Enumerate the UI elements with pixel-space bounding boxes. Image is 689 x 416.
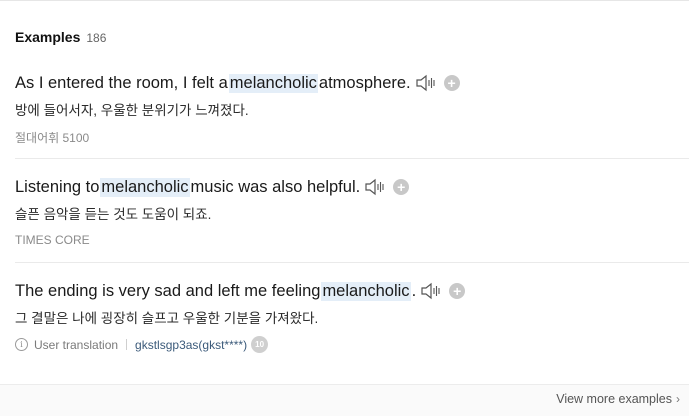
example-translation: 방에 들어서자, 우울한 분위기가 느껴졌다. (15, 103, 249, 118)
examples-title: Examples (15, 29, 81, 45)
divider (15, 158, 689, 159)
sentence-text-before: Listening to (15, 177, 100, 196)
example-sentence: The ending is very sad and left me feeli… (15, 280, 466, 302)
example-item: Listening to melancholic music was also … (15, 176, 410, 247)
sentence-text-before: The ending is very sad and left me feeli… (15, 281, 321, 300)
sentence-text-after: atmosphere. (318, 73, 411, 92)
highlighted-keyword: melancholic (321, 281, 411, 301)
speaker-icon[interactable] (421, 282, 443, 300)
plus-circle-icon[interactable]: + (393, 179, 410, 195)
user-translation-row: i User translation gkstlsgp3as(gkst****)… (15, 336, 465, 353)
divider (15, 262, 689, 263)
sentence-text-after: . (411, 281, 417, 300)
plus-circle-icon[interactable]: + (449, 283, 466, 299)
example-translation: 슬픈 음악을 듣는 것도 도움이 되죠. (15, 207, 212, 222)
plus-circle-icon[interactable]: + (443, 75, 460, 91)
examples-count: 186 (86, 31, 107, 45)
examples-header: Examples 186 (15, 29, 106, 45)
top-border (0, 0, 689, 1)
highlighted-keyword: melancholic (100, 177, 190, 197)
chevron-right-icon: › (676, 392, 680, 406)
highlighted-keyword: melancholic (228, 73, 318, 93)
info-icon: i (15, 338, 28, 351)
example-sentence: Listening to melancholic music was also … (15, 176, 410, 198)
example-item: As I entered the room, I felt a melancho… (15, 72, 460, 146)
view-more-label: View more examples (556, 392, 672, 406)
speaker-icon[interactable] (416, 74, 438, 92)
meta-divider (126, 339, 128, 350)
example-sentence: As I entered the room, I felt a melancho… (15, 72, 460, 94)
view-more-examples-link[interactable]: View more examples › (556, 392, 680, 406)
sentence-text-after: music was also helpful. (190, 177, 361, 196)
user-translation-label: User translation (34, 337, 119, 352)
footer-bar: View more examples › (0, 384, 689, 416)
user-name-link[interactable]: gkstlsgp3as(gkst****) (135, 338, 247, 352)
sentence-text-before: As I entered the room, I felt a (15, 73, 228, 92)
example-translation: 그 결말은 나에 굉장히 슬프고 우울한 기분을 가져왔다. (15, 311, 319, 326)
speaker-icon[interactable] (365, 178, 387, 196)
example-source: TIMES CORE (15, 233, 90, 247)
user-badge: 10 (251, 336, 269, 353)
example-source: 절대어휘 5100 (15, 131, 90, 145)
example-item: The ending is very sad and left me feeli… (15, 280, 466, 353)
